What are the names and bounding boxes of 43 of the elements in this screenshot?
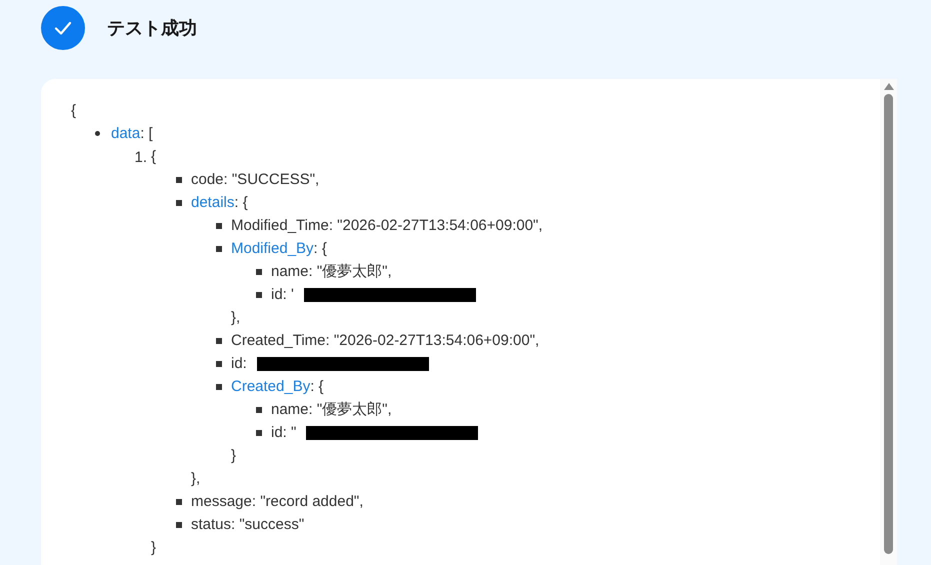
bullet-icon: [256, 292, 262, 298]
bullet-icon: [176, 176, 182, 182]
bullet-icon: [256, 268, 262, 274]
tree-line: Modified_Time: "2026-02-27T13:54:06+09:00",: [231, 216, 543, 236]
tree-line: Modified_By: {: [231, 239, 327, 259]
bullet-icon: [176, 498, 182, 504]
tree-line: {: [151, 147, 156, 167]
bullet-icon: [95, 130, 100, 136]
tree-line: Created_Time: "2026-02-27T13:54:06+09:00",: [231, 331, 540, 351]
bullet-icon: [256, 406, 262, 412]
closing-bracket: }: [151, 538, 156, 558]
bullet-icon: [216, 384, 222, 390]
list-number: 1.: [134, 148, 147, 168]
bullet-icon: [216, 360, 222, 366]
scrollbar-thumb[interactable]: [884, 94, 893, 554]
bullet-icon: [176, 200, 182, 206]
tree-line: data: [: [111, 124, 153, 144]
result-title: テスト成功: [107, 16, 197, 40]
bullet-icon: [216, 338, 222, 344]
scroll-up-icon[interactable]: [884, 83, 894, 90]
tree-line: {: [71, 101, 76, 121]
key-link[interactable]: details: [191, 194, 234, 211]
tree-line: id: ": [271, 423, 296, 443]
tree-line: details: {: [191, 193, 248, 213]
bullet-icon: [256, 430, 262, 436]
tree-line: code: "SUCCESS",: [191, 170, 320, 190]
closing-bracket: },: [231, 308, 240, 328]
bullet-icon: [176, 522, 182, 528]
tree-line: message: "record added",: [191, 492, 364, 512]
closing-bracket: },: [191, 469, 200, 489]
tree-line: name: "優夢太郎",: [271, 262, 392, 282]
bullet-icon: [216, 222, 222, 228]
bullet-icon: [216, 246, 222, 252]
key-link[interactable]: Modified_By: [231, 240, 314, 257]
tree-line: name: "優夢太郎",: [271, 400, 392, 420]
key-link[interactable]: data: [111, 125, 140, 142]
tree-line: id: ': [271, 285, 294, 305]
tree-line: id:: [231, 354, 247, 374]
closing-bracket: }: [231, 446, 236, 466]
tree-line: status: "success": [191, 515, 304, 535]
key-link[interactable]: Created_By: [231, 378, 310, 395]
tree-line: Created_By: {: [231, 377, 324, 397]
success-check-icon: [41, 6, 85, 50]
